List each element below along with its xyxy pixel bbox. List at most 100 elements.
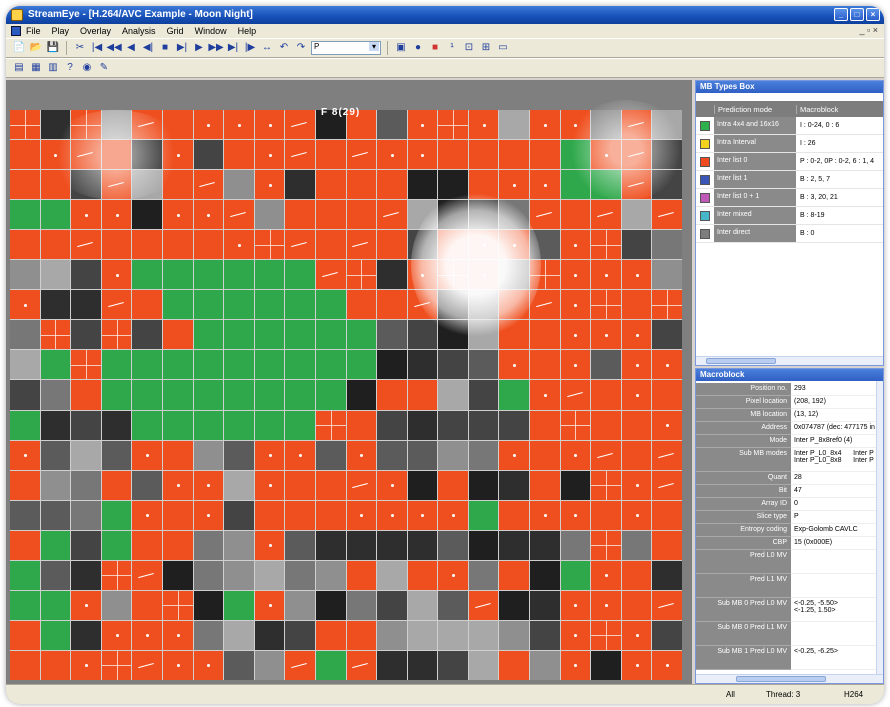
macroblock-cell[interactable] <box>285 170 315 200</box>
macroblock-cell[interactable] <box>591 260 621 290</box>
macroblock-cell[interactable] <box>101 560 132 590</box>
step-back-icon[interactable]: ◀ <box>124 41 138 55</box>
macroblock-cell[interactable] <box>560 410 591 440</box>
macroblock-cell[interactable] <box>10 500 40 530</box>
macroblock-cell[interactable] <box>10 380 40 410</box>
macroblock-cell[interactable] <box>438 200 468 230</box>
macroblock-cell[interactable] <box>224 110 254 140</box>
macroblock-cell[interactable] <box>71 350 101 380</box>
macroblock-cell[interactable] <box>193 350 224 380</box>
macroblock-cell[interactable] <box>621 230 652 260</box>
macroblock-cell[interactable] <box>652 650 682 680</box>
macroblock-cell[interactable] <box>10 650 40 680</box>
macroblock-cell[interactable] <box>530 530 560 560</box>
macroblock-cell[interactable] <box>407 230 438 260</box>
macroblock-cell[interactable] <box>10 140 40 170</box>
macroblock-cell[interactable] <box>438 170 468 200</box>
macroblock-cell[interactable] <box>407 170 438 200</box>
macroblock-cell[interactable] <box>224 350 254 380</box>
macroblock-cell[interactable] <box>560 140 591 170</box>
cut-icon[interactable]: ✂ <box>73 41 87 55</box>
macroblock-cell[interactable] <box>407 200 438 230</box>
macroblock-cell[interactable] <box>101 170 132 200</box>
list-view-icon[interactable]: ▤ <box>12 61 26 75</box>
menu-overlay[interactable]: Overlay <box>80 26 111 36</box>
macroblock-cell[interactable] <box>40 380 71 410</box>
macroblock-cell[interactable] <box>224 320 254 350</box>
macroblock-cell[interactable] <box>224 290 254 320</box>
macroblock-cell[interactable] <box>101 380 132 410</box>
macroblock-cell[interactable] <box>407 380 438 410</box>
macroblock-cell[interactable] <box>101 260 132 290</box>
macroblock-cell[interactable] <box>224 470 254 500</box>
macroblock-cell[interactable] <box>377 230 407 260</box>
macroblock-cell[interactable] <box>193 470 224 500</box>
macroblock-cell[interactable] <box>530 440 560 470</box>
macroblock-cell[interactable] <box>346 200 377 230</box>
macroblock-cell[interactable] <box>377 650 407 680</box>
macroblock-cell[interactable] <box>10 530 40 560</box>
macroblock-cell[interactable] <box>162 440 193 470</box>
macroblock-cell[interactable] <box>530 110 560 140</box>
macroblock-cell[interactable] <box>407 140 438 170</box>
macroblock-cell[interactable] <box>40 260 71 290</box>
macroblock-cell[interactable] <box>254 110 285 140</box>
macroblock-cell[interactable] <box>621 110 652 140</box>
macroblock-cell[interactable] <box>621 500 652 530</box>
macroblock-cell[interactable] <box>377 350 407 380</box>
macroblock-cell[interactable] <box>162 110 193 140</box>
macroblock-cell[interactable] <box>101 350 132 380</box>
macroblock-cell[interactable] <box>499 110 530 140</box>
macroblock-cell[interactable] <box>407 320 438 350</box>
macroblock-cell[interactable] <box>591 110 621 140</box>
macroblock-cell[interactable] <box>193 410 224 440</box>
macroblock-cell[interactable] <box>499 440 530 470</box>
macroblock-cell[interactable] <box>254 620 285 650</box>
macroblock-cell[interactable] <box>652 200 682 230</box>
macroblock-cell[interactable] <box>101 290 132 320</box>
macroblock-cell[interactable] <box>346 380 377 410</box>
macroblock-cell[interactable] <box>621 440 652 470</box>
macroblock-cell[interactable] <box>560 110 591 140</box>
menu-play[interactable]: Play <box>52 26 70 36</box>
macroblock-cell[interactable] <box>254 200 285 230</box>
macroblock-cell[interactable] <box>285 380 315 410</box>
macroblock-cell[interactable] <box>193 170 224 200</box>
macroblock-cell[interactable] <box>468 350 499 380</box>
macroblock-cell[interactable] <box>40 350 71 380</box>
macroblock-cell[interactable] <box>468 230 499 260</box>
macroblock-cell[interactable] <box>285 200 315 230</box>
macroblock-cell[interactable] <box>71 110 101 140</box>
macroblock-cell[interactable] <box>346 350 377 380</box>
macroblock-cell[interactable] <box>377 110 407 140</box>
macroblock-cell[interactable] <box>652 470 682 500</box>
scroll-thumb[interactable] <box>706 358 776 364</box>
macroblock-cell[interactable] <box>560 440 591 470</box>
macroblock-cell[interactable] <box>468 590 499 620</box>
record-icon[interactable]: ● <box>411 41 425 55</box>
legend-row[interactable]: Inter mixed B : 8-19 <box>696 207 883 225</box>
macroblock-cell[interactable] <box>254 320 285 350</box>
macroblock-grid[interactable] <box>10 110 682 680</box>
macroblock-cell[interactable] <box>254 440 285 470</box>
macroblock-cell[interactable] <box>40 620 71 650</box>
macroblock-cell[interactable] <box>132 380 162 410</box>
macroblock-cell[interactable] <box>591 470 621 500</box>
macroblock-cell[interactable] <box>132 620 162 650</box>
macroblock-cell[interactable] <box>285 320 315 350</box>
macroblock-cell[interactable] <box>254 290 285 320</box>
macroblock-cell[interactable] <box>377 590 407 620</box>
macroblock-cell[interactable] <box>591 620 621 650</box>
macroblock-cell[interactable] <box>254 170 285 200</box>
macroblock-cell[interactable] <box>285 230 315 260</box>
macroblock-cell[interactable] <box>254 470 285 500</box>
macroblock-cell[interactable] <box>652 260 682 290</box>
macroblock-cell[interactable] <box>285 260 315 290</box>
macroblock-cell[interactable] <box>468 380 499 410</box>
macroblock-cell[interactable] <box>254 590 285 620</box>
macroblock-cell[interactable] <box>285 620 315 650</box>
macroblock-cell[interactable] <box>652 350 682 380</box>
help-icon[interactable]: ? <box>63 61 77 75</box>
macroblock-cell[interactable] <box>71 230 101 260</box>
macroblock-cell[interactable] <box>438 470 468 500</box>
